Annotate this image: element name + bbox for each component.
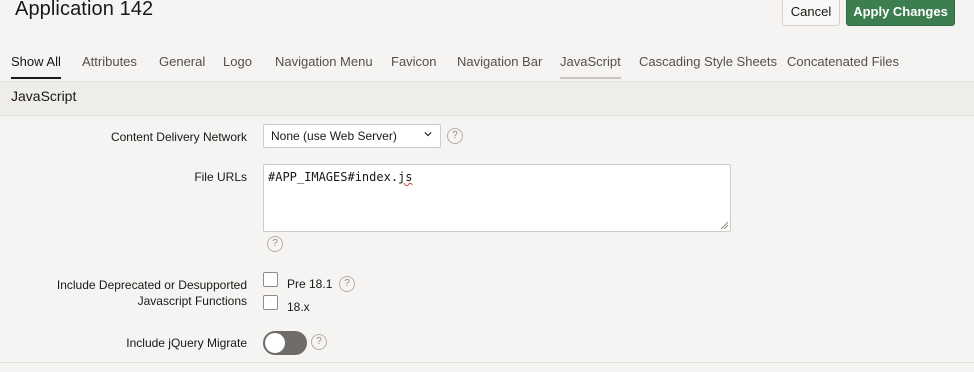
tab-navigation-bar[interactable]: Navigation Bar: [457, 54, 542, 77]
toggle-knob: [265, 333, 285, 353]
file-urls-value-misspelled: js: [398, 170, 413, 184]
jquery-migrate-help-icon[interactable]: ?: [311, 334, 327, 350]
file-urls-label: File URLs: [194, 170, 247, 184]
tab-attributes[interactable]: Attributes: [82, 54, 137, 77]
cdn-select-value: None (use Web Server): [271, 129, 397, 143]
cdn-help-icon[interactable]: ?: [447, 128, 463, 144]
tab-javascript[interactable]: JavaScript: [560, 54, 621, 79]
cdn-select[interactable]: None (use Web Server): [263, 124, 441, 148]
pre-18-1-checkbox[interactable]: [263, 272, 278, 287]
pre-18-1-label: Pre 18.1: [287, 277, 333, 291]
section-title: JavaScript: [11, 88, 77, 104]
tab-favicon[interactable]: Favicon: [391, 54, 437, 77]
page-title: Application 142: [15, 0, 154, 20]
file-urls-help-icon[interactable]: ?: [267, 236, 283, 252]
cancel-button[interactable]: Cancel: [782, 0, 840, 26]
divider: [0, 362, 974, 363]
tab-general[interactable]: General: [159, 54, 205, 77]
file-urls-textarea[interactable]: #APP_IMAGES#index.js: [263, 164, 731, 232]
18-x-label: 18.x: [287, 300, 310, 314]
18-x-checkbox[interactable]: [263, 295, 278, 310]
deprecated-label-line1: Include Deprecated or Desupported: [56, 278, 247, 292]
apply-changes-button[interactable]: Apply Changes: [846, 0, 955, 26]
cdn-label: Content Delivery Network: [110, 130, 247, 144]
tab-cascading-style-sheets[interactable]: Cascading Style Sheets: [639, 54, 777, 77]
page-header: Application 142 Cancel Apply Changes: [0, 0, 974, 44]
tab-logo[interactable]: Logo: [223, 54, 252, 77]
chevron-down-icon: [424, 132, 432, 137]
jquery-migrate-label: Include jQuery Migrate: [126, 336, 247, 350]
tab-show-all[interactable]: Show All: [11, 54, 61, 79]
tab-bar: Show All Attributes General Logo Navigat…: [0, 44, 974, 82]
deprecated-label-line2: Javascript Functions: [137, 294, 247, 308]
resize-handle-icon[interactable]: [719, 220, 729, 230]
deprecated-help-icon[interactable]: ?: [339, 276, 355, 292]
tab-navigation-menu[interactable]: Navigation Menu: [275, 54, 373, 77]
form-region: [0, 116, 974, 372]
section-header: JavaScript: [0, 82, 974, 116]
tab-concatenated-files[interactable]: Concatenated Files: [787, 54, 899, 77]
file-urls-value: #APP_IMAGES#index.: [268, 170, 399, 184]
jquery-migrate-toggle[interactable]: [263, 331, 307, 355]
